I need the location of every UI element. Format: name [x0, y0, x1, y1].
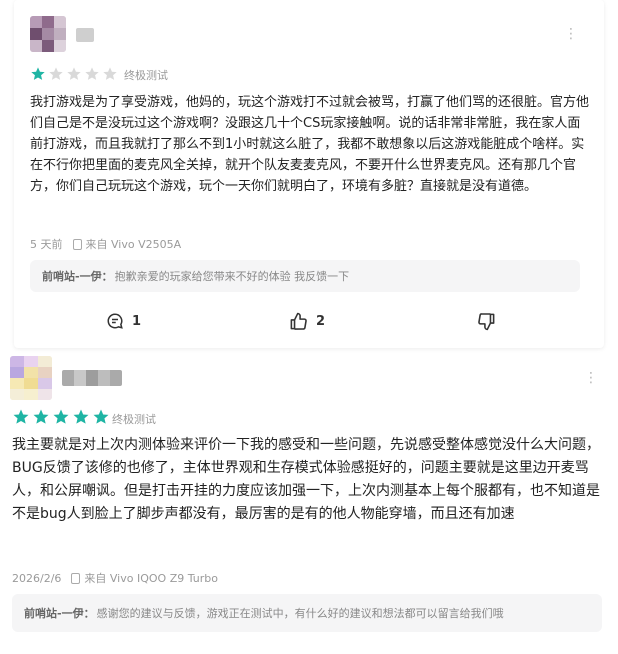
developer-reply[interactable]: 前哨站-一伊： 感谢您的建议与反馈，游戏正在测试中，有什么好的建议和想法都可以留…: [12, 594, 602, 632]
username-blurred[interactable]: [76, 28, 94, 42]
star-filled-icon: [73, 409, 89, 424]
star-filled-icon: [93, 409, 109, 424]
test-tag: 终极测试: [112, 413, 156, 426]
star-filled-icon: [33, 409, 49, 424]
test-tag: 终极测试: [124, 69, 168, 82]
reply-text: 感谢您的建议与反馈，游戏正在测试中，有什么好的建议和想法都可以留言给我们哦: [96, 607, 504, 620]
reply-author: 前哨站-一伊：: [42, 270, 113, 283]
review-time: 5 天前: [30, 238, 63, 251]
review-device: 来自 Vivo IQOO Z9 Turbo: [84, 572, 218, 585]
more-vertical-icon[interactable]: ⋮: [564, 26, 578, 42]
username-blurred[interactable]: [62, 370, 122, 386]
review-meta: 5 天前 来自 Vivo V2505A: [30, 236, 181, 252]
phone-icon: [72, 238, 82, 250]
star-empty-icon: [49, 67, 63, 80]
dislike-button[interactable]: [477, 312, 504, 331]
review-card: ⋮ 终极测试 我打游戏是为了享受游戏，他妈的，玩这个游戏打不过就会被骂，打赢了他…: [14, 0, 604, 348]
review-text: 我主要就是对上次内测体验来评价一下我的感受和一些问题，先说感受整体感觉没什么大问…: [12, 437, 600, 522]
phone-icon: [71, 572, 81, 584]
star-filled-icon: [13, 409, 29, 424]
reply-author: 前哨站-一伊：: [24, 607, 95, 620]
avatar[interactable]: [10, 356, 52, 400]
review-actions: 1 2: [14, 308, 604, 338]
comment-button[interactable]: 1: [106, 312, 141, 330]
thumbs-down-icon: [478, 313, 495, 331]
rating-stars: [12, 408, 112, 426]
review-meta: 2026/2/6 来自 Vivo IQOO Z9 Turbo: [12, 570, 218, 586]
star-empty-icon: [67, 67, 81, 80]
star-filled-icon: [53, 409, 69, 424]
review-text: 我打游戏是为了享受游戏，他妈的，玩这个游戏打不过就会被骂，打赢了他们骂的还很脏。…: [30, 95, 590, 194]
more-vertical-icon[interactable]: ⋮: [584, 370, 598, 386]
like-button[interactable]: 2: [289, 312, 325, 331]
avatar[interactable]: [30, 16, 66, 52]
reply-text: 抱歉亲爱的玩家给您带来不好的体验 我反馈一下: [114, 270, 350, 283]
developer-reply[interactable]: 前哨站-一伊： 抱歉亲爱的玩家给您带来不好的体验 我反馈一下: [30, 260, 580, 292]
star-filled-icon: [31, 67, 45, 80]
star-empty-icon: [85, 67, 99, 80]
rating-stars: [30, 66, 120, 82]
review-time: 2026/2/6: [12, 571, 62, 585]
review-card: ⋮ 终极测试 我主要就是对上次内测体验来评价一下我的感受和一些问题，先说感受整体…: [0, 350, 618, 654]
star-empty-icon: [103, 67, 117, 80]
thumbs-up-icon: [290, 312, 307, 330]
review-device: 来自 Vivo V2505A: [85, 238, 182, 251]
comment-count: 1: [132, 313, 142, 329]
comment-icon: [107, 313, 123, 329]
like-count: 2: [316, 314, 326, 329]
